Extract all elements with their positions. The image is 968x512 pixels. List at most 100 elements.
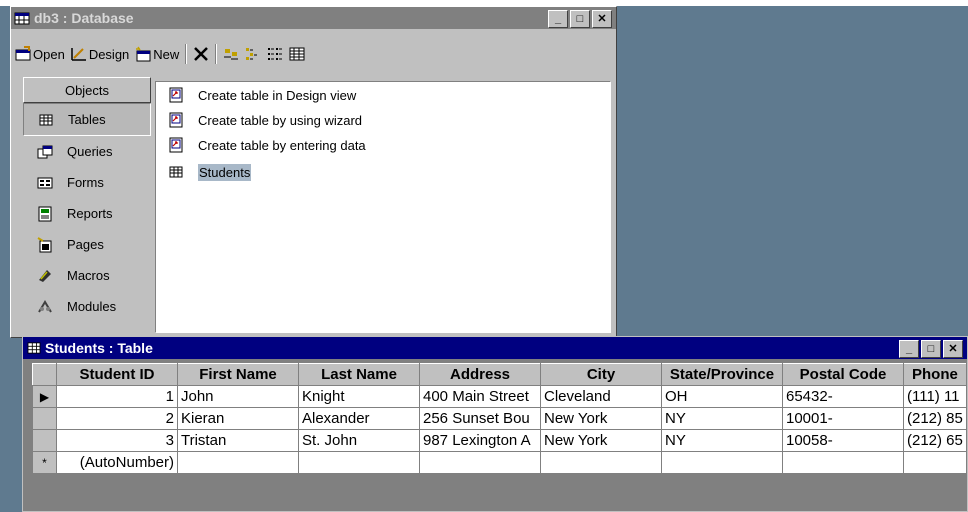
- macro-icon: [39, 269, 51, 282]
- cell-student-id[interactable]: (AutoNumber): [56, 451, 178, 474]
- record-selector[interactable]: [32, 429, 57, 452]
- table-window-title: Students : Table: [45, 340, 153, 356]
- open-icon: [15, 46, 31, 61]
- column-header[interactable]: First Name: [177, 363, 299, 386]
- details-view-button[interactable]: [289, 46, 305, 62]
- open-button[interactable]: Open: [15, 46, 65, 62]
- cell-last-name[interactable]: St. John: [298, 429, 420, 452]
- cell-last-name[interactable]: [298, 451, 420, 474]
- list-item-entering-data[interactable]: Create table by entering data: [168, 135, 366, 155]
- objects-item-label: Reports: [67, 206, 113, 221]
- form-icon: [37, 177, 53, 188]
- table-window[interactable]: Students : Table _ □ ✕ Student ID First …: [22, 336, 968, 512]
- current-record-indicator[interactable]: ▶: [32, 385, 57, 408]
- cell-city[interactable]: New York: [540, 429, 662, 452]
- cell-first-name[interactable]: Tristan: [177, 429, 299, 452]
- design-icon: [71, 48, 86, 61]
- objects-item-modules[interactable]: Modules: [23, 291, 151, 322]
- cell-postal-code[interactable]: 10001-: [782, 407, 904, 430]
- cell-state[interactable]: NY: [661, 407, 783, 430]
- table-window-titlebar[interactable]: Students : Table _ □ ✕: [23, 337, 967, 359]
- database-window[interactable]: db3 : Database _ □ ✕ Open Design New Obj…: [10, 6, 617, 338]
- select-all-corner[interactable]: [32, 363, 57, 386]
- column-header[interactable]: Student ID: [56, 363, 178, 386]
- small-icons-button[interactable]: [245, 46, 261, 62]
- cell-phone[interactable]: (212) 65: [903, 429, 967, 452]
- cell-state[interactable]: OH: [661, 385, 783, 408]
- cell-phone[interactable]: (212) 85: [903, 407, 967, 430]
- cell-phone[interactable]: (111) 11: [903, 385, 967, 408]
- cell-city[interactable]: New York: [540, 407, 662, 430]
- cell-city[interactable]: [540, 451, 662, 474]
- objects-bar: Objects Tables Queries Forms Reports Pag…: [23, 77, 151, 332]
- cell-student-id[interactable]: 3: [56, 429, 178, 452]
- cell-address[interactable]: 987 Lexington A: [419, 429, 541, 452]
- cell-postal-code[interactable]: 65432-: [782, 385, 904, 408]
- table-row[interactable]: 3 Tristan St. John 987 Lexington A New Y…: [32, 429, 967, 452]
- new-record-indicator[interactable]: *: [32, 451, 57, 474]
- list-item-design-view[interactable]: Create table in Design view: [168, 85, 356, 105]
- new-button[interactable]: New: [135, 46, 179, 62]
- cell-state[interactable]: NY: [661, 429, 783, 452]
- cell-address[interactable]: 256 Sunset Bou: [419, 407, 541, 430]
- minimize-button[interactable]: _: [899, 340, 919, 358]
- objects-item-tables[interactable]: Tables: [23, 103, 151, 136]
- objects-item-label: Modules: [67, 299, 117, 314]
- datasheet-grid[interactable]: Student ID First Name Last Name Address …: [32, 363, 967, 474]
- cell-student-id[interactable]: 1: [56, 385, 178, 408]
- objects-item-pages[interactable]: Pages: [23, 229, 151, 260]
- objects-header[interactable]: Objects: [23, 77, 151, 103]
- objects-item-label: Macros: [67, 268, 110, 283]
- database-window-titlebar[interactable]: db3 : Database _ □ ✕: [11, 7, 616, 29]
- cell-first-name[interactable]: [177, 451, 299, 474]
- cell-city[interactable]: Cleveland: [540, 385, 662, 408]
- close-button[interactable]: ✕: [592, 10, 612, 28]
- objects-item-queries[interactable]: Queries: [23, 136, 151, 167]
- details-view-icon: [289, 47, 305, 61]
- table-icon: [39, 114, 53, 125]
- cell-phone[interactable]: [903, 451, 967, 474]
- table-row[interactable]: ▶ 1 John Knight 400 Main Street Clevelan…: [32, 385, 967, 408]
- open-button-label: Open: [33, 46, 65, 62]
- list-item-label: Students: [198, 163, 252, 181]
- delete-button[interactable]: [193, 46, 209, 62]
- cell-last-name[interactable]: Alexander: [298, 407, 420, 430]
- objects-item-macros[interactable]: Macros: [23, 260, 151, 291]
- maximize-button[interactable]: □: [570, 10, 590, 28]
- cell-state[interactable]: [661, 451, 783, 474]
- column-header[interactable]: Phone: [903, 363, 967, 386]
- close-button[interactable]: ✕: [943, 340, 963, 358]
- report-icon: [38, 206, 52, 221]
- column-header[interactable]: State/Province: [661, 363, 783, 386]
- database-window-title: db3 : Database: [34, 10, 134, 26]
- cell-address[interactable]: [419, 451, 541, 474]
- tables-list[interactable]: Create table in Design view Create table…: [155, 81, 611, 333]
- design-button[interactable]: Design: [71, 46, 129, 62]
- column-header[interactable]: City: [540, 363, 662, 386]
- column-header[interactable]: Postal Code: [782, 363, 904, 386]
- list-view-button[interactable]: [267, 46, 283, 62]
- objects-item-forms[interactable]: Forms: [23, 167, 151, 198]
- objects-item-label: Tables: [68, 112, 106, 127]
- column-header[interactable]: Last Name: [298, 363, 420, 386]
- cell-last-name[interactable]: Knight: [298, 385, 420, 408]
- cell-student-id[interactable]: 2: [56, 407, 178, 430]
- cell-postal-code[interactable]: 10058-: [782, 429, 904, 452]
- large-icons-button[interactable]: [223, 46, 239, 62]
- list-item-label: Create table by entering data: [198, 137, 366, 153]
- cell-postal-code[interactable]: [782, 451, 904, 474]
- list-item-students[interactable]: Students: [168, 162, 252, 182]
- objects-item-label: Forms: [67, 175, 104, 190]
- list-item-wizard[interactable]: Create table by using wizard: [168, 110, 362, 130]
- record-selector[interactable]: [32, 407, 57, 430]
- minimize-button[interactable]: _: [548, 10, 568, 28]
- cell-first-name[interactable]: John: [177, 385, 299, 408]
- objects-item-label: Queries: [67, 144, 113, 159]
- new-record-row[interactable]: * (AutoNumber): [32, 451, 967, 474]
- cell-first-name[interactable]: Kieran: [177, 407, 299, 430]
- column-header[interactable]: Address: [419, 363, 541, 386]
- table-row[interactable]: 2 Kieran Alexander 256 Sunset Bou New Yo…: [32, 407, 967, 430]
- cell-address[interactable]: 400 Main Street: [419, 385, 541, 408]
- maximize-button[interactable]: □: [921, 340, 941, 358]
- objects-item-reports[interactable]: Reports: [23, 198, 151, 229]
